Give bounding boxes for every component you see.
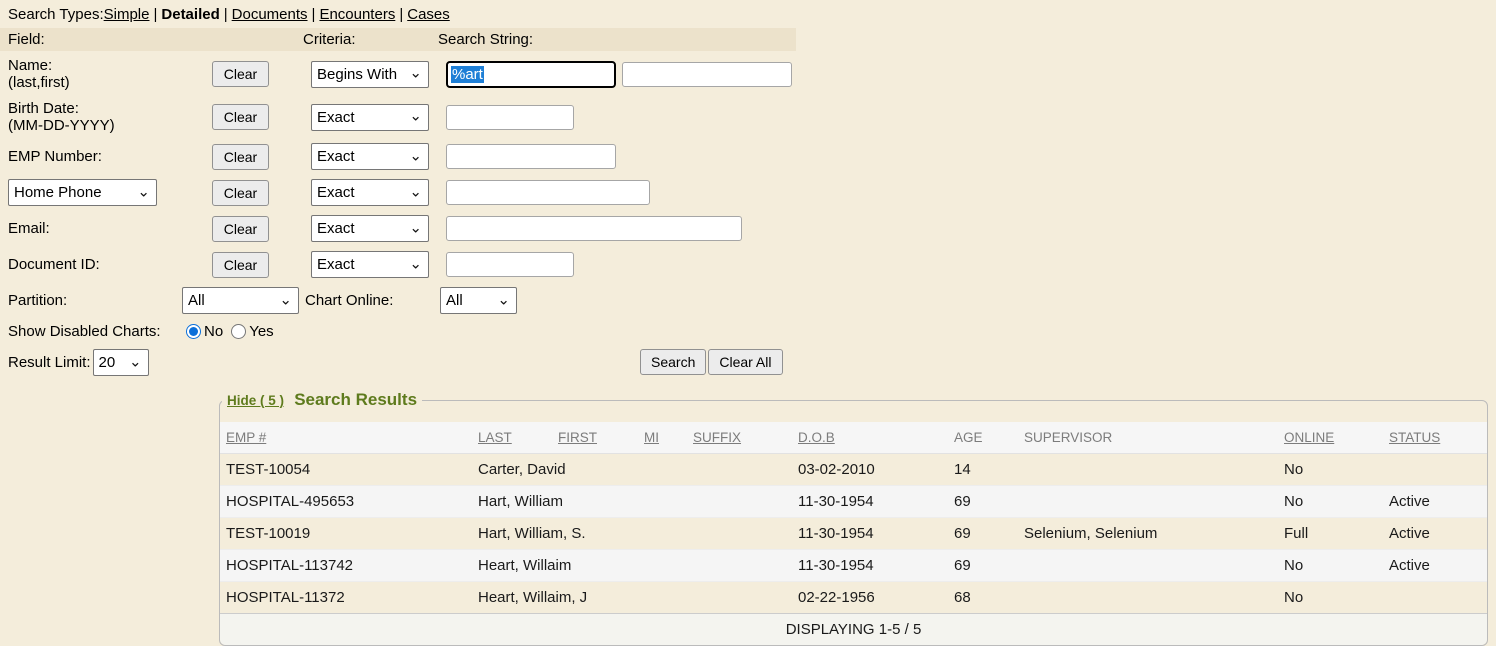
result-row[interactable]: TEST-10019 Hart, William, S. 11-30-1954 … bbox=[220, 517, 1487, 549]
emp-number-label: EMP Number: bbox=[8, 148, 212, 165]
emp-number-input[interactable] bbox=[446, 144, 616, 169]
nav-separator: | bbox=[220, 6, 232, 23]
document-id-label: Document ID: bbox=[8, 256, 212, 273]
nav-separator: | bbox=[395, 6, 407, 23]
chart-online-label: Chart Online: bbox=[299, 292, 440, 309]
result-row[interactable]: TEST-10054 Carter, David 03-02-2010 14 N… bbox=[220, 454, 1487, 485]
birth-date-criteria-select[interactable]: Exact bbox=[311, 104, 429, 131]
sort-last-header[interactable]: LAST bbox=[478, 430, 512, 445]
name-criteria-select[interactable]: Begins With bbox=[311, 61, 429, 88]
sort-mi-header[interactable]: MI bbox=[644, 430, 659, 445]
partition-row: Partition: All ⌄ Chart Online: All ⌄ bbox=[8, 287, 1496, 314]
criteria-column-header: Criteria: bbox=[303, 31, 438, 48]
sort-emp-header[interactable]: EMP # bbox=[226, 430, 266, 445]
phone-type-select[interactable]: Home Phone bbox=[8, 179, 157, 206]
clear-all-button[interactable]: Clear All bbox=[708, 349, 782, 375]
nav-simple[interactable]: Simple bbox=[104, 6, 150, 23]
name-row: Name: (last,first) Clear Begins With ⌄ %… bbox=[8, 57, 1496, 91]
emp-number-criteria-select[interactable]: Exact bbox=[311, 143, 429, 170]
phone-input[interactable] bbox=[446, 180, 650, 205]
field-column-header: Field: bbox=[0, 31, 303, 48]
document-id-row: Document ID: Clear Exact ⌄ bbox=[8, 251, 1496, 278]
search-types-nav: Search Types:Simple|Detailed|Documents|E… bbox=[0, 0, 1496, 28]
nav-cases[interactable]: Cases bbox=[407, 6, 450, 23]
birth-date-input[interactable] bbox=[446, 105, 574, 130]
search-results-legend: Hide ( 5 ) Search Results bbox=[222, 390, 422, 410]
result-row[interactable]: HOSPITAL-495653 Hart, William 11-30-1954… bbox=[220, 485, 1487, 517]
show-disabled-yes-radio[interactable] bbox=[231, 324, 246, 339]
result-row[interactable]: HOSPITAL-11372 Heart, Willaim, J 02-22-1… bbox=[220, 581, 1487, 613]
email-row: Email: Clear Exact ⌄ bbox=[8, 215, 1496, 242]
sort-first-header[interactable]: FIRST bbox=[558, 430, 597, 445]
results-footer-row: DISPLAYING 1-5 / 5 bbox=[220, 613, 1487, 645]
clear-phone-button[interactable]: Clear bbox=[212, 180, 269, 206]
search-results-panel: Hide ( 5 ) Search Results EMP # LAST FIR… bbox=[219, 390, 1488, 646]
show-disabled-no-radio[interactable] bbox=[186, 324, 201, 339]
hide-results-link[interactable]: Hide ( 5 ) bbox=[227, 393, 284, 408]
form-column-header-bar: Field: Criteria: Search String: bbox=[0, 28, 796, 51]
name-label: Name: (last,first) bbox=[8, 57, 212, 91]
result-limit-row: Result Limit: 20 ⌄ Search Clear All bbox=[8, 349, 1496, 376]
email-criteria-select[interactable]: Exact bbox=[311, 215, 429, 242]
clear-email-button[interactable]: Clear bbox=[212, 216, 269, 242]
sort-status-header[interactable]: STATUS bbox=[1389, 430, 1440, 445]
partition-label: Partition: bbox=[8, 292, 182, 309]
name-search-input[interactable]: %art bbox=[446, 61, 616, 88]
nav-documents[interactable]: Documents bbox=[232, 6, 308, 23]
result-limit-label: Result Limit: bbox=[8, 354, 91, 371]
results-header-row: EMP # LAST FIRST MI SUFFIX D.O.B AGE SUP… bbox=[220, 422, 1487, 454]
search-string-column-header: Search String: bbox=[438, 31, 533, 48]
sort-suffix-header[interactable]: SUFFIX bbox=[693, 430, 741, 445]
clear-document-id-button[interactable]: Clear bbox=[212, 252, 269, 278]
document-id-criteria-select[interactable]: Exact bbox=[311, 251, 429, 278]
birth-date-row: Birth Date: (MM-DD-YYYY) Clear Exact ⌄ bbox=[8, 100, 1496, 134]
clear-birth-date-button[interactable]: Clear bbox=[212, 104, 269, 130]
supervisor-header: SUPERVISOR bbox=[1024, 430, 1112, 445]
phone-row: Home Phone ⌄ Clear Exact ⌄ bbox=[8, 179, 1496, 206]
phone-criteria-select[interactable]: Exact bbox=[311, 179, 429, 206]
nav-separator: | bbox=[149, 6, 161, 23]
search-button[interactable]: Search bbox=[640, 349, 706, 375]
result-row[interactable]: HOSPITAL-113742 Heart, Willaim 11-30-195… bbox=[220, 549, 1487, 581]
search-results-title: Search Results bbox=[294, 390, 417, 409]
clear-name-button[interactable]: Clear bbox=[212, 61, 269, 87]
emp-number-row: EMP Number: Clear Exact ⌄ bbox=[8, 143, 1496, 170]
results-table: EMP # LAST FIRST MI SUFFIX D.O.B AGE SUP… bbox=[220, 422, 1487, 645]
birth-date-label: Birth Date: (MM-DD-YYYY) bbox=[8, 100, 212, 134]
selected-text: %art bbox=[451, 66, 484, 83]
displaying-count: DISPLAYING 1-5 / 5 bbox=[220, 613, 1487, 645]
clear-emp-number-button[interactable]: Clear bbox=[212, 144, 269, 170]
show-disabled-yes-label[interactable]: Yes bbox=[249, 323, 273, 340]
age-header: AGE bbox=[954, 430, 983, 445]
show-disabled-charts-label: Show Disabled Charts: bbox=[8, 323, 186, 340]
document-id-input[interactable] bbox=[446, 252, 574, 277]
search-types-label: Search Types: bbox=[8, 6, 104, 23]
chart-online-select[interactable]: All bbox=[440, 287, 517, 314]
sort-online-header[interactable]: ONLINE bbox=[1284, 430, 1334, 445]
sort-dob-header[interactable]: D.O.B bbox=[798, 430, 835, 445]
partition-select[interactable]: All bbox=[182, 287, 299, 314]
show-disabled-charts-row: Show Disabled Charts: No Yes bbox=[8, 323, 1496, 340]
nav-separator: | bbox=[308, 6, 320, 23]
email-label: Email: bbox=[8, 220, 212, 237]
result-limit-select[interactable]: 20 bbox=[93, 349, 149, 376]
show-disabled-no-label[interactable]: No bbox=[204, 323, 223, 340]
email-field[interactable] bbox=[446, 216, 742, 241]
nav-detailed[interactable]: Detailed bbox=[161, 6, 219, 23]
name-search-input-2[interactable] bbox=[622, 62, 792, 87]
nav-encounters[interactable]: Encounters bbox=[319, 6, 395, 23]
